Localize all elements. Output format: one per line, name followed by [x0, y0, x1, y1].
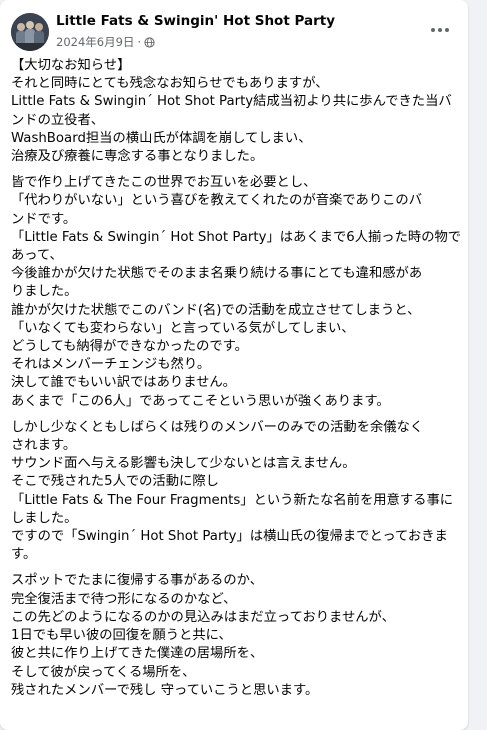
post-text-line: それと同時にとても残念なお知らせでもありますが、 [11, 76, 329, 92]
post-text-line: 1日でも早い彼の回復を願うと共に、 [11, 628, 232, 644]
post-text-line: 「いなくても変わらない」と言っている気がしてしまい、 [11, 320, 355, 336]
more-options-icon [431, 28, 435, 32]
post-text-line: 治療及び療養に専念する事となりました。 [11, 149, 264, 165]
post-text-line: 完全復活まで待つ形になるのかなど、 [11, 591, 237, 607]
post-text-line: それはメンバーチェンジも然り。 [11, 357, 211, 373]
post-text-line: 皆で作り上げてきたこの世界でお互いを必要とし、 [11, 175, 317, 191]
page-avatar[interactable] [11, 13, 49, 51]
post-text-line: しかし少なくともしばらくは残りのメンバーのみでの活動を余儀なく [11, 419, 424, 435]
post-text-line: この先どのようになるのかの見込みはまだ立っておりませんが、 [11, 609, 395, 625]
more-options-dot [438, 28, 442, 32]
post-text-line: 「Little Fats & Swingin´ Hot Shot Party」は… [11, 229, 462, 245]
post-paragraph: しかし少なくともしばらくは残りのメンバーのみでの活動を余儀なく されます。 サウ… [11, 419, 456, 565]
post-text-line: 彼と共に作り上げてきた僕達の居場所を、 [11, 646, 264, 662]
post-text-line: ンドです。 [11, 211, 77, 227]
post-text-line: あくまで「この6人」であってこそという思いが強くあります。 [11, 393, 390, 409]
post-paragraph: スポットでたまに復帰する事があるのか、 完全復活まで待つ形になるのかなど、 この… [11, 572, 456, 699]
page-name-link[interactable]: Little Fats & Swingin' Hot Shot Party [56, 13, 335, 29]
post-text-line: スポットでたまに復帰する事があるのか、 [11, 573, 263, 589]
post-text-line: 「代わりがいない」という喜びを教えてくれたのが音楽でありこのバ [11, 193, 423, 209]
post-text-line: しました。 [11, 510, 78, 526]
post-text-line: WashBoard担当の横山氏が体調を崩してしまい、 [11, 130, 312, 146]
more-options-button[interactable] [424, 18, 456, 42]
post-text-line: 残されたメンバーで残し 守っていこうと思います。 [11, 682, 319, 698]
post-text-line: りました。 [11, 284, 78, 300]
post-body: 【大切なお知らせ】 それと同時にとても残念なお知らせでもありますが、 Littl… [11, 57, 462, 708]
post-text-line: サウンド面へ与える影響も決して少ないとは言えません。 [11, 456, 356, 472]
post-text-line: そこで残された5人での活動に際し [11, 474, 219, 490]
post-text-line: 今後誰かが欠けた状態でそのまま名乗り続ける事にとても違和感があ [11, 266, 423, 282]
post-text-line: 決して誰でもいい訳ではありません。 [11, 375, 236, 391]
post-header: Little Fats & Swingin' Hot Shot Party 20… [0, 0, 468, 56]
post-text-line: ンドの立役者、 [11, 112, 105, 128]
more-options-dot [445, 28, 449, 32]
globe-icon[interactable] [144, 36, 155, 48]
post-text-line: 「Little Fats & The Four Fragments」という新たな… [11, 492, 454, 508]
post-card: Little Fats & Swingin' Hot Shot Party 20… [0, 0, 468, 730]
post-text-line: 誰かが欠けた状態でこのバンド(名)での活動を成立させてしまうと、 [11, 302, 421, 318]
post-text-line: そして彼が戻ってくる場所を、 [11, 664, 196, 680]
post-paragraph: 皆で作り上げてきたこの世界でお互いを必要とし、 「代わりがいない」という喜びを教… [11, 174, 462, 411]
post-text-line: されます。 [11, 438, 77, 454]
avatar-band-photo-icon [11, 13, 49, 51]
post-text-line: ですので「Swingin´ Hot Shot Party」は横山氏の復帰までとっ… [11, 529, 448, 545]
post-text-line: す。 [11, 547, 37, 563]
post-text-line: あって、 [11, 248, 63, 264]
post-text-line: Little Fats & Swingin´ Hot Shot Party結成当… [11, 94, 452, 110]
post-date-link[interactable]: 2024年6月9日 [56, 34, 134, 50]
post-text-line: 【大切なお知らせ】 [11, 58, 131, 73]
meta-separator: · [137, 35, 142, 49]
post-paragraph: 【大切なお知らせ】 それと同時にとても残念なお知らせでもありますが、 Littl… [11, 57, 456, 166]
post-meta: 2024年6月9日 · [56, 34, 155, 50]
post-text-line: どうしても納得ができなかったのです。 [11, 339, 248, 355]
